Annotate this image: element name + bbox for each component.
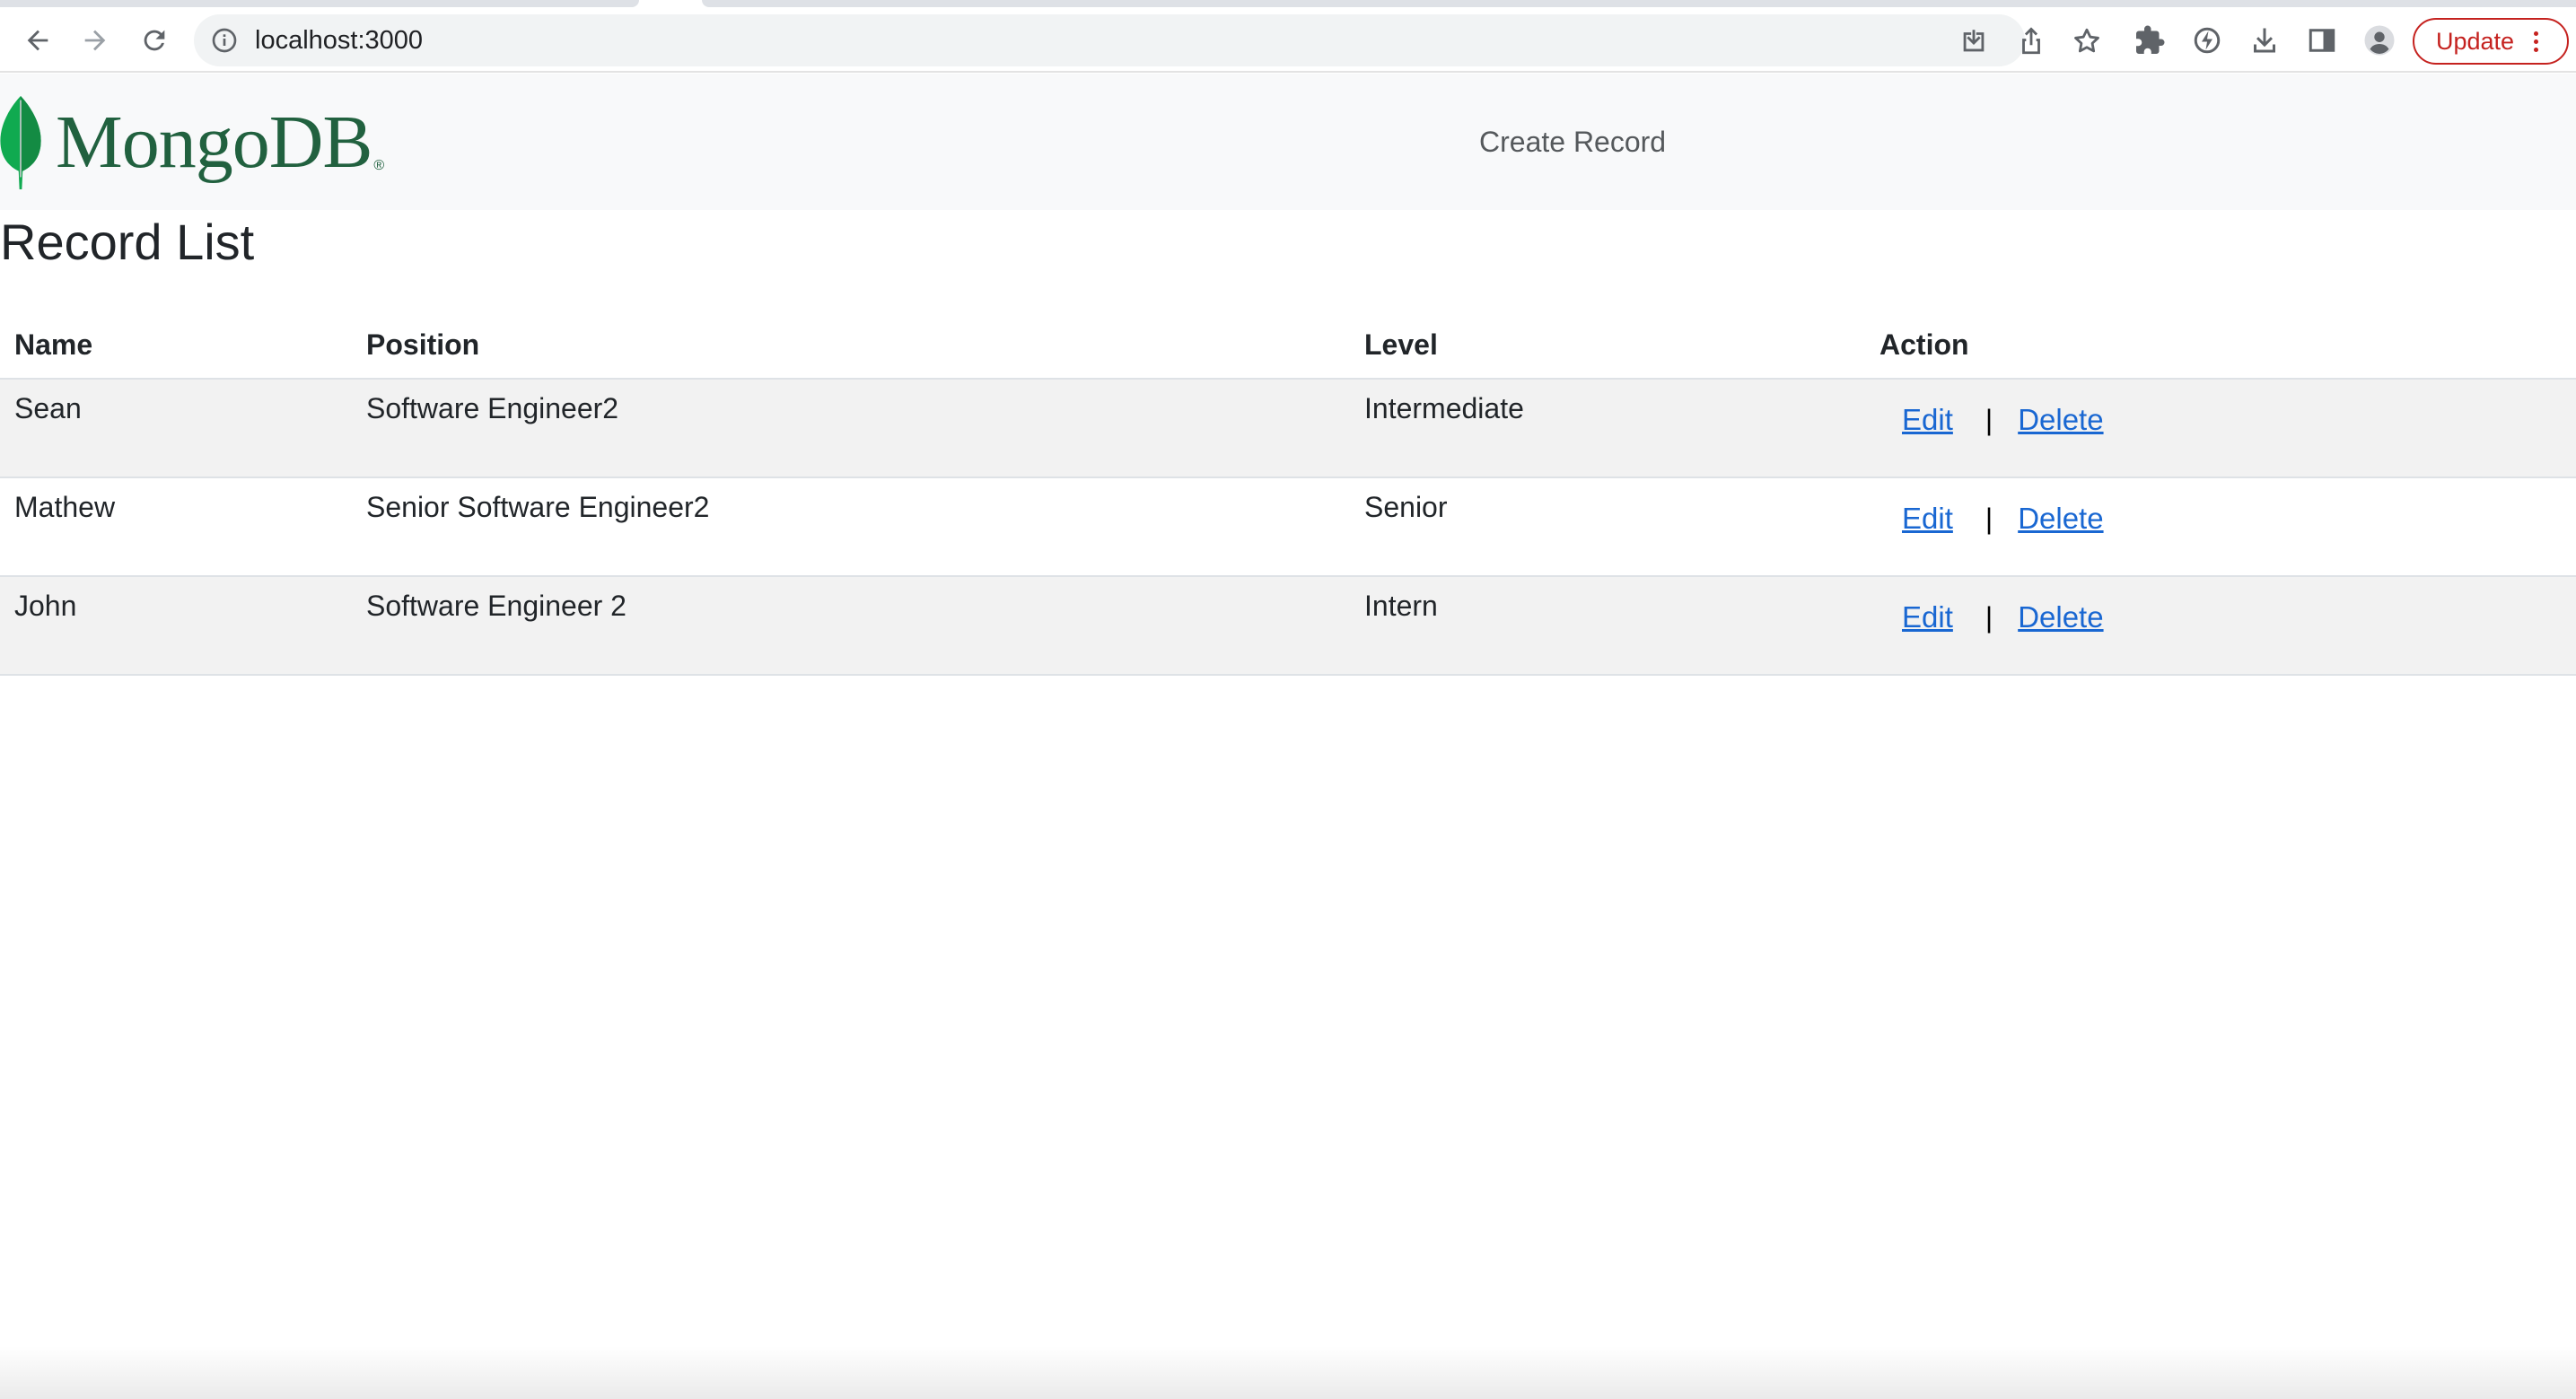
- cell-name: John: [0, 576, 352, 676]
- delete-link[interactable]: Delete: [2018, 600, 2103, 634]
- install-app-button[interactable]: [1957, 24, 1991, 58]
- page-title: Record List: [0, 214, 255, 270]
- share-icon: [2022, 27, 2040, 55]
- cell-action: Edit | Delete: [1865, 576, 2576, 676]
- header-level: Level: [1350, 312, 1865, 380]
- mongodb-leaf-icon: [0, 96, 41, 189]
- cell-position: Senior Software Engineer2: [352, 477, 1350, 577]
- header-name: Name: [0, 312, 352, 380]
- cell-name: Sean: [0, 379, 352, 478]
- delete-link[interactable]: Delete: [2018, 403, 2103, 437]
- downloads-button[interactable]: [2246, 22, 2283, 59]
- install-icon: [1963, 30, 1985, 52]
- cell-level: Senior: [1350, 477, 1865, 577]
- puzzle-icon: [2136, 25, 2165, 54]
- cell-level: Intern: [1350, 576, 1865, 676]
- brand-logo-link[interactable]: MongoDB ®: [0, 93, 384, 192]
- edit-link[interactable]: Edit: [1902, 502, 1953, 536]
- action-separator: |: [1985, 600, 1993, 634]
- edit-link[interactable]: Edit: [1902, 403, 1953, 437]
- brand-wordmark: MongoDB: [56, 101, 372, 184]
- action-separator: |: [1985, 502, 1993, 535]
- speed-icon: [2194, 27, 2221, 54]
- cell-position: Software Engineer 2: [352, 576, 1350, 676]
- extensions-button[interactable]: [2131, 22, 2169, 59]
- edit-link[interactable]: Edit: [1902, 600, 1953, 634]
- cell-action: Edit | Delete: [1865, 477, 2576, 577]
- create-record-link[interactable]: Create Record: [1479, 122, 1666, 162]
- table-row: John Software Engineer 2 Intern Edit | D…: [0, 576, 2576, 676]
- side-panel-button[interactable]: [2303, 22, 2341, 59]
- records-table: Name Position Level Action Sean Software…: [0, 312, 2576, 676]
- delete-link[interactable]: Delete: [2018, 502, 2103, 536]
- profile-button[interactable]: [2361, 22, 2398, 59]
- back-button[interactable]: [18, 21, 57, 60]
- table-row: Mathew Senior Software Engineer2 Senior …: [0, 477, 2576, 577]
- action-separator: |: [1985, 403, 1993, 436]
- star-icon: [2074, 28, 2099, 53]
- info-icon[interactable]: [210, 26, 239, 55]
- table-row: Sean Software Engineer2 Intermediate Edi…: [0, 379, 2576, 478]
- browser-toolbar: localhost:3000 Update: [0, 8, 2576, 73]
- side-panel-icon: [2309, 29, 2335, 52]
- inactive-tab-area[interactable]: [0, 0, 639, 7]
- header-position: Position: [352, 312, 1350, 380]
- update-label: Update: [2436, 27, 2515, 55]
- window-bottom-edge: [0, 1346, 2576, 1399]
- app-navbar: MongoDB ® Create Record: [0, 74, 2576, 210]
- reload-icon: [144, 30, 165, 51]
- cell-level: Intermediate: [1350, 379, 1865, 478]
- cell-name: Mathew: [0, 477, 352, 577]
- download-icon: [2254, 28, 2275, 53]
- arrow-left-icon: [27, 30, 48, 51]
- header-action: Action: [1865, 312, 2576, 380]
- reload-button[interactable]: [135, 21, 174, 60]
- performance-button[interactable]: [2188, 22, 2226, 59]
- cell-action: Edit | Delete: [1865, 379, 2576, 478]
- address-bar[interactable]: localhost:3000: [194, 14, 2099, 66]
- url-text[interactable]: localhost:3000: [255, 25, 423, 56]
- arrow-right-icon: [84, 30, 106, 51]
- inactive-tab-area-right[interactable]: [702, 0, 2576, 7]
- bookmark-button[interactable]: [2070, 24, 2104, 58]
- forward-button[interactable]: [75, 21, 115, 60]
- share-button[interactable]: [2014, 24, 2048, 58]
- more-menu-icon: [2534, 31, 2539, 52]
- registered-mark: ®: [373, 158, 385, 173]
- update-button[interactable]: Update: [2413, 18, 2569, 65]
- avatar-icon: [2364, 25, 2395, 56]
- cell-position: Software Engineer2: [352, 379, 1350, 478]
- table-header-row: Name Position Level Action: [0, 312, 2576, 380]
